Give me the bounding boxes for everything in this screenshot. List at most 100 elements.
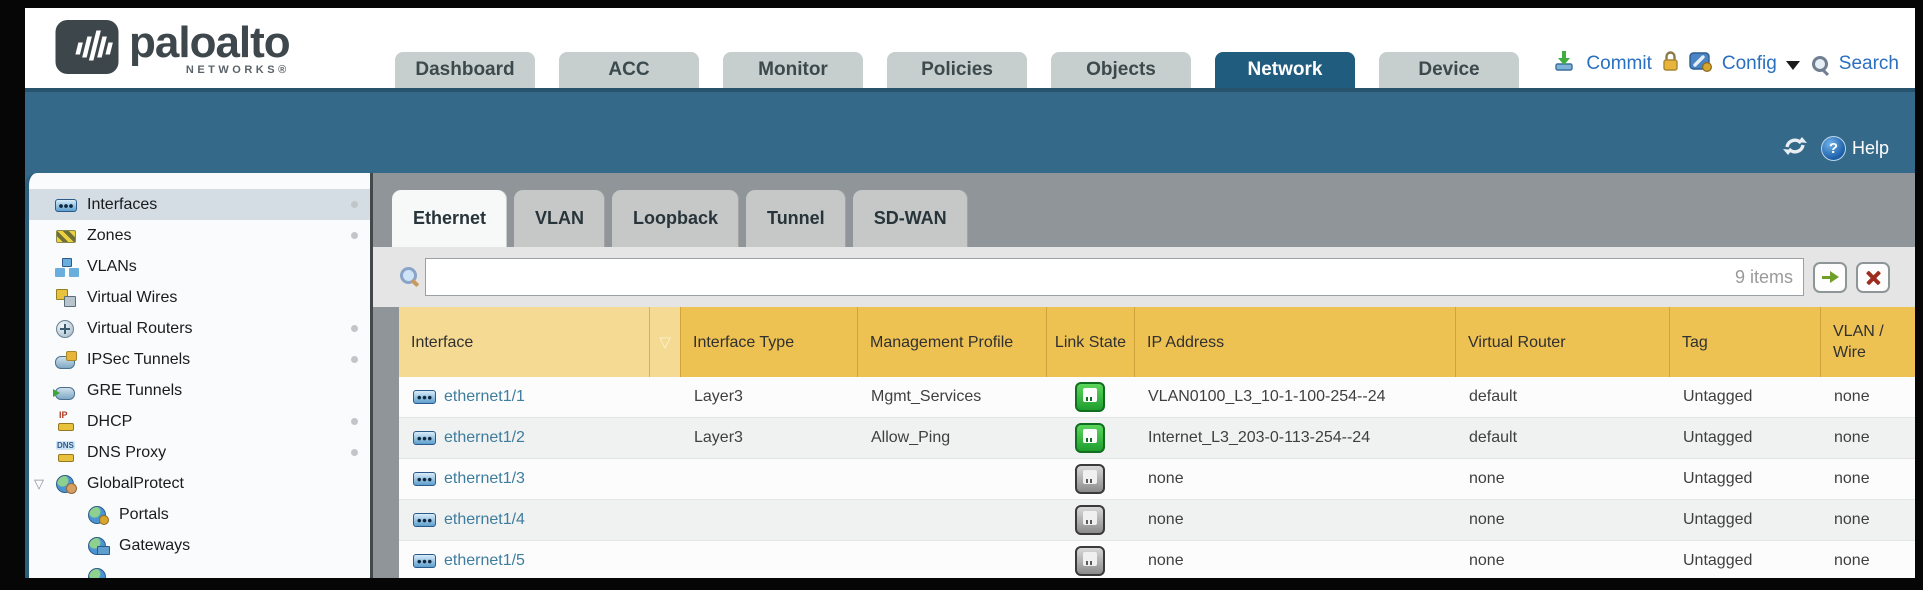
interface-link[interactable]: ethernet1/4 xyxy=(444,511,525,529)
subtab-tunnel[interactable]: Tunnel xyxy=(746,190,846,247)
help-icon[interactable] xyxy=(1821,136,1846,161)
link-down-icon xyxy=(1075,546,1105,576)
zones-icon xyxy=(55,226,77,246)
detach-dot xyxy=(351,201,358,208)
dns-proxy-icon xyxy=(55,443,77,463)
brand-subtitle: NETWORKS® xyxy=(186,64,290,76)
tab-objects[interactable]: Objects xyxy=(1051,52,1191,88)
table-row: ethernet1/2 Layer3 Allow_Ping Internet_L… xyxy=(399,418,1915,459)
column-header-management-profile[interactable]: Management Profile xyxy=(857,307,1046,377)
sidebar-item-ipsec-tunnels[interactable]: IPSec Tunnels xyxy=(29,344,370,375)
sidebar-item-interfaces[interactable]: Interfaces xyxy=(29,189,370,220)
detach-dot xyxy=(351,449,358,456)
lock-icon[interactable] xyxy=(1661,50,1680,78)
filter-field: 9 items xyxy=(425,258,1804,296)
table-header-row: Interface Interface Type Management Prof… xyxy=(399,307,1915,377)
sidebar-item-virtual-wires[interactable]: Virtual Wires xyxy=(29,282,370,313)
vlans-icon xyxy=(55,257,77,277)
link-up-icon xyxy=(1075,423,1105,453)
clear-filter-button[interactable] xyxy=(1856,262,1890,293)
ethernet-icon xyxy=(55,195,77,215)
interface-link[interactable]: ethernet1/1 xyxy=(444,388,525,406)
dhcp-icon xyxy=(55,412,77,432)
ethernet-icon xyxy=(413,554,436,568)
config-icon[interactable] xyxy=(1689,51,1713,78)
interface-link[interactable]: ethernet1/2 xyxy=(444,429,525,447)
sidebar-item-gre-tunnels[interactable]: GRE Tunnels xyxy=(29,375,370,406)
tab-monitor[interactable]: Monitor xyxy=(723,52,863,88)
refresh-icon[interactable] xyxy=(1782,136,1808,161)
utility-bar: Help xyxy=(25,88,1915,173)
main-panel: Ethernet VLAN Loopback Tunnel SD-WAN 9 i… xyxy=(373,173,1915,578)
sidebar-item-clipped[interactable] xyxy=(29,561,370,578)
subtab-sdwan[interactable]: SD-WAN xyxy=(853,190,968,247)
header-tools: Commit Config Search xyxy=(1553,50,1899,78)
interface-link[interactable]: ethernet1/5 xyxy=(444,552,525,570)
subtab-vlan[interactable]: VLAN xyxy=(514,190,605,247)
paloalto-logo: paloalto NETWORKS® xyxy=(55,20,290,79)
sort-dropdown-icon[interactable] xyxy=(649,307,680,377)
network-sidebar: Interfaces Zones VLANs Virtual Wires Vir… xyxy=(25,173,373,578)
table-row: ethernet1/1 Layer3 Mgmt_Services VLAN010… xyxy=(399,377,1915,418)
column-header-virtual-router[interactable]: Virtual Router xyxy=(1455,307,1669,377)
detach-dot xyxy=(351,418,358,425)
commit-icon[interactable] xyxy=(1553,50,1577,78)
sidebar-item-virtual-routers[interactable]: Virtual Routers xyxy=(29,313,370,344)
help-label[interactable]: Help xyxy=(1852,138,1889,159)
main-nav: Dashboard ACC Monitor Policies Objects N… xyxy=(395,52,1519,88)
interface-link[interactable]: ethernet1/3 xyxy=(444,470,525,488)
table-row: ethernet1/4 none none Untagged none xyxy=(399,500,1915,541)
config-menu[interactable]: Config xyxy=(1722,53,1777,75)
collapse-triangle-icon[interactable] xyxy=(34,477,44,490)
sidebar-item-vlans[interactable]: VLANs xyxy=(29,251,370,282)
detach-dot xyxy=(351,232,358,239)
link-up-icon xyxy=(1075,382,1105,412)
tab-acc[interactable]: ACC xyxy=(559,52,699,88)
gateways-icon xyxy=(87,536,109,556)
app-window: paloalto NETWORKS® Dashboard ACC Monitor… xyxy=(25,8,1915,578)
chevron-down-icon[interactable] xyxy=(1786,61,1800,70)
link-down-icon xyxy=(1075,464,1105,494)
table-row: ethernet1/5 none none Untagged none xyxy=(399,541,1915,578)
content-area: Interfaces Zones VLANs Virtual Wires Vir… xyxy=(25,173,1915,578)
tab-network[interactable]: Network xyxy=(1215,52,1355,88)
filter-toolbar: 9 items xyxy=(373,247,1915,307)
ethernet-icon xyxy=(413,513,436,527)
detach-dot xyxy=(351,325,358,332)
tab-device[interactable]: Device xyxy=(1379,52,1519,88)
table-row: ethernet1/3 none none Untagged none xyxy=(399,459,1915,500)
search-icon[interactable] xyxy=(1811,55,1830,74)
paloalto-logo-icon xyxy=(55,20,119,79)
interface-subtabs: Ethernet VLAN Loopback Tunnel SD-WAN xyxy=(373,173,1915,247)
column-header-interface[interactable]: Interface xyxy=(399,307,649,377)
sidebar-item-dns-proxy[interactable]: DNS Proxy xyxy=(29,437,370,468)
subtab-ethernet[interactable]: Ethernet xyxy=(392,190,507,247)
gre-tunnels-icon xyxy=(55,381,77,401)
column-header-ip-address[interactable]: IP Address xyxy=(1134,307,1455,377)
sidebar-item-portals[interactable]: Portals xyxy=(29,499,370,530)
items-count: 9 items xyxy=(1735,267,1793,288)
tab-dashboard[interactable]: Dashboard xyxy=(395,52,535,88)
sidebar-item-gateways[interactable]: Gateways xyxy=(29,530,370,561)
tab-policies[interactable]: Policies xyxy=(887,52,1027,88)
portals-icon xyxy=(87,505,109,525)
column-header-interface-type[interactable]: Interface Type xyxy=(680,307,857,377)
virtual-routers-icon xyxy=(55,319,77,339)
sidebar-item-dhcp[interactable]: DHCP xyxy=(29,406,370,437)
filter-input[interactable] xyxy=(432,261,1735,293)
column-header-tag[interactable]: Tag xyxy=(1669,307,1820,377)
top-header: paloalto NETWORKS® Dashboard ACC Monitor… xyxy=(25,8,1915,88)
subtab-loopback[interactable]: Loopback xyxy=(612,190,739,247)
ethernet-icon xyxy=(413,431,436,445)
sidebar-item-zones[interactable]: Zones xyxy=(29,220,370,251)
green-arrow-icon xyxy=(1822,271,1839,283)
search-button[interactable]: Search xyxy=(1839,53,1899,75)
column-header-vlan-wire[interactable]: VLAN / Wire xyxy=(1820,307,1915,377)
column-header-link-state[interactable]: Link State xyxy=(1046,307,1134,377)
commit-button[interactable]: Commit xyxy=(1586,53,1651,75)
sidebar-item-globalprotect[interactable]: GlobalProtect xyxy=(29,468,370,499)
filter-search-icon xyxy=(398,265,420,289)
clear-x-icon xyxy=(1866,270,1880,284)
clipped-icon xyxy=(87,567,109,579)
apply-filter-button[interactable] xyxy=(1813,262,1847,293)
